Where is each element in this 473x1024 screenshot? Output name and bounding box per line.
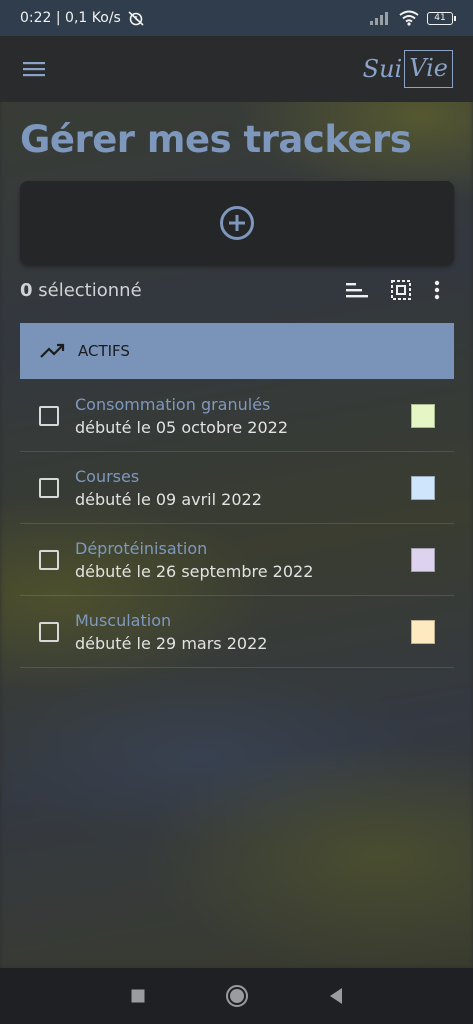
app-bar: Sui Vie <box>0 36 473 102</box>
page-title: Gérer mes trackers <box>20 118 412 161</box>
list-item[interactable]: Déprotéinisation débuté le 26 septembre … <box>20 524 454 596</box>
tracker-color-swatch <box>411 547 435 572</box>
logo-text-sui: Sui <box>362 55 403 83</box>
tracker-date: débuté le 05 octobre 2022 <box>75 417 288 437</box>
status-bar: 0:22 | 0,1 Ko/s 41 <box>0 0 473 36</box>
battery-level: 41 <box>434 13 446 23</box>
tracker-list: Consommation granulés débuté le 05 octob… <box>20 380 454 668</box>
tracker-checkbox[interactable] <box>39 549 59 570</box>
list-item[interactable]: Courses débuté le 09 avril 2022 <box>20 452 454 524</box>
app-logo: Sui Vie <box>363 50 453 88</box>
tracker-checkbox[interactable] <box>39 405 59 426</box>
signal-icon <box>370 12 388 25</box>
tracker-name: Courses <box>75 466 140 486</box>
tracker-name: Consommation granulés <box>75 394 271 414</box>
tracker-name: Musculation <box>75 610 172 630</box>
section-header-actifs[interactable]: ACTIFS <box>20 323 454 379</box>
sort-icon[interactable] <box>344 281 368 299</box>
wifi-icon <box>399 10 419 26</box>
list-item[interactable]: Musculation débuté le 29 mars 2022 <box>20 596 454 668</box>
tracker-color-swatch <box>411 619 435 644</box>
tracker-date: débuté le 29 mars 2022 <box>75 633 268 653</box>
selection-number: 0 <box>20 279 33 301</box>
tracker-color-swatch <box>411 403 435 428</box>
tracker-date: débuté le 26 septembre 2022 <box>75 561 314 581</box>
system-nav-bar <box>0 968 473 1024</box>
selection-label: sélectionné <box>32 279 142 301</box>
add-tracker-button[interactable] <box>20 181 454 265</box>
add-circle-icon <box>220 206 254 240</box>
tracker-checkbox[interactable] <box>39 621 59 642</box>
hamburger-menu-icon[interactable] <box>22 60 46 78</box>
select-all-icon[interactable] <box>390 279 412 301</box>
section-label: ACTIFS <box>78 342 130 360</box>
logo-text-vie: Vie <box>404 50 453 88</box>
tracker-color-swatch <box>411 475 435 500</box>
home-icon[interactable] <box>225 984 249 1008</box>
status-time: 0:22 | 0,1 Ko/s <box>20 10 121 26</box>
selection-toolbar: 0 sélectionné <box>20 272 454 308</box>
back-icon[interactable] <box>328 987 344 1005</box>
trending-up-icon <box>40 343 65 358</box>
tracker-date: débuté le 09 avril 2022 <box>75 489 262 509</box>
tracker-checkbox[interactable] <box>39 477 59 498</box>
selection-count: 0 sélectionné <box>20 280 142 301</box>
recent-apps-icon[interactable] <box>130 988 146 1004</box>
list-item[interactable]: Consommation granulés débuté le 05 octob… <box>20 380 454 452</box>
more-options-icon[interactable] <box>434 280 440 300</box>
alarm-off-icon <box>128 11 144 26</box>
tracker-name: Déprotéinisation <box>75 538 208 558</box>
battery-icon: 41 <box>427 11 456 25</box>
